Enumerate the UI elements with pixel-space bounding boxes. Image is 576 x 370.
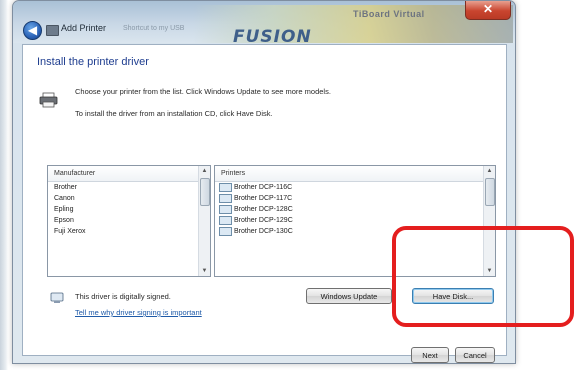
list-item[interactable]: Epling [48, 204, 210, 215]
signed-driver-icon [50, 292, 64, 303]
list-item-label: Brother DCP-116C [234, 184, 293, 191]
ghost-desktop-text: Shortcut to my USB [123, 25, 185, 32]
list-item[interactable]: Brother DCP-116C [215, 182, 495, 193]
scroll-up-icon[interactable]: ▲ [199, 166, 210, 176]
highlight-callout [392, 226, 574, 327]
scroll-up-icon[interactable]: ▲ [484, 166, 495, 176]
banner-top-text: TiBoard Virtual [353, 9, 425, 19]
list-item-label: Brother DCP-130C [234, 228, 293, 235]
list-item[interactable]: Brother DCP-117C [215, 193, 495, 204]
banner-brand-text: FUSION [233, 27, 312, 43]
scroll-thumb[interactable] [485, 178, 495, 206]
windows-update-button[interactable]: Windows Update [306, 288, 392, 304]
scroll-thumb[interactable] [200, 178, 210, 206]
back-button[interactable]: ◀ [23, 21, 42, 40]
printer-icon [219, 205, 232, 214]
list-item[interactable]: Fuji Xerox [48, 226, 210, 237]
list-item[interactable]: Canon [48, 193, 210, 204]
manufacturer-list[interactable]: Manufacturer Brother Canon Epling Epson … [47, 165, 211, 277]
list-item[interactable]: Brother DCP-128C [215, 204, 495, 215]
list-item-label: Brother DCP-117C [234, 195, 293, 202]
printer-icon [219, 227, 232, 236]
cancel-button[interactable]: Cancel [455, 347, 495, 363]
page-title: Install the printer driver [37, 56, 149, 68]
signature-status: This driver is digitally signed. [75, 292, 171, 301]
close-button[interactable]: ✕ [465, 1, 511, 20]
list-item[interactable]: Epson [48, 215, 210, 226]
next-button[interactable]: Next [411, 347, 449, 363]
manufacturer-column-header[interactable]: Manufacturer [48, 166, 210, 182]
printers-column-header[interactable]: Printers [215, 166, 495, 182]
list-item-label: Brother DCP-128C [234, 206, 293, 213]
printer-icon [39, 92, 58, 108]
background-edge [0, 0, 8, 370]
list-item[interactable]: Brother [48, 182, 210, 193]
printer-icon [219, 216, 232, 225]
scroll-down-icon[interactable]: ▼ [199, 266, 210, 276]
instruction-text: Choose your printer from the list. Click… [75, 87, 331, 96]
list-item[interactable]: Brother DCP-129C [215, 215, 495, 226]
window-title: Add Printer [61, 23, 107, 33]
title-bar: TiBoard Virtual FUSION Shortcut to my US… [13, 1, 515, 43]
driver-signing-link[interactable]: Tell me why driver signing is important [75, 308, 202, 317]
printer-icon [219, 183, 232, 192]
list-item-label: Brother DCP-129C [234, 217, 293, 224]
scrollbar[interactable]: ▲ ▼ [198, 166, 210, 276]
printer-icon [46, 25, 59, 36]
printer-icon [219, 194, 232, 203]
instruction-text: To install the driver from an installati… [75, 109, 273, 118]
